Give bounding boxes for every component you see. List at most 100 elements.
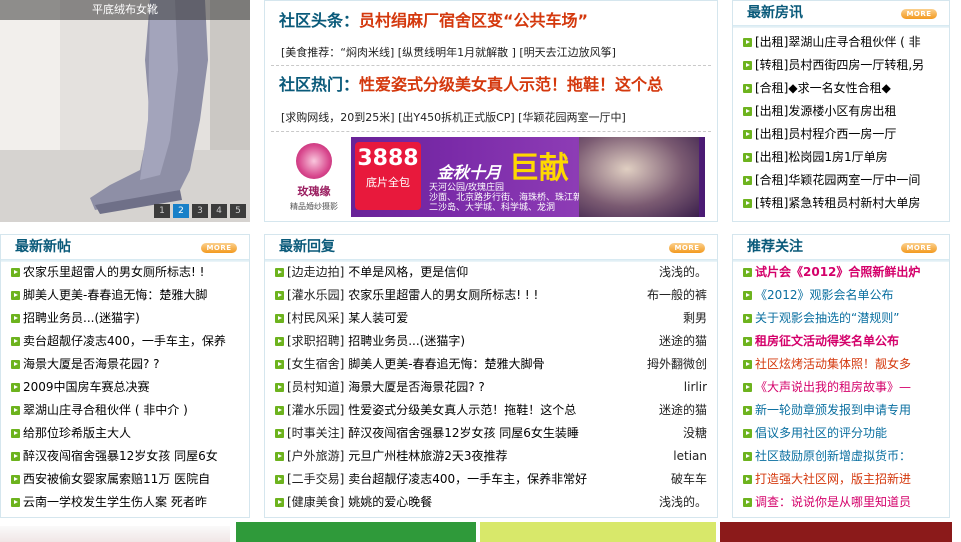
reply-title[interactable]: 性爱姿式分级美女真人示范！拖鞋！这个总 <box>348 403 576 417</box>
reply-category[interactable]: [灌水乐园] <box>287 288 344 302</box>
headline-1-tags[interactable]: [美食推荐：“焖肉米线] [纵贯线明年1月就解散 ] [明天去江边放风筝] <box>281 44 616 60</box>
wedding-photo-ad-banner[interactable]: 玫瑰缘 精品婚纱摄影 3888 底片全包 金秋十月 巨献 天河公园/玫瑰庄园 沙面… <box>277 137 705 217</box>
list-item[interactable]: 《大声说出我的租房故事》— <box>743 376 943 399</box>
list-item[interactable]: 《2012》观影会名单公布 <box>743 284 943 307</box>
list-item-text[interactable]: 社区炫烤活动集体照！靓女多 <box>755 357 911 371</box>
headline-2-tags[interactable]: [求购网线，20到25米] [出Y450拆机正式版CP] [华颖花园两室一厅中] <box>281 109 626 125</box>
list-item-text[interactable]: [合租]◆求一名女性合租◆ <box>755 81 891 95</box>
reply-category[interactable]: [健康美食] <box>287 495 344 509</box>
reply-title[interactable]: 姚姚的爱心晚餐 <box>348 495 432 509</box>
list-item[interactable]: [合租]◆求一名女性合租◆ <box>743 77 943 100</box>
list-item[interactable]: 翠湖山庄寻合租伙伴 ( 非中介 ) <box>11 399 243 422</box>
reply-row[interactable]: [村民风采] 某人装可爱 剩男 <box>275 307 707 330</box>
slide-page-5[interactable]: 5 <box>230 204 246 218</box>
slide-page-4[interactable]: 4 <box>211 204 227 218</box>
list-item[interactable]: 2009中国房车赛总决赛 <box>11 376 243 399</box>
reply-row[interactable]: [户外旅游] 元旦广州桂林旅游2天3夜推荐 letian <box>275 445 707 468</box>
reply-author[interactable]: 迷途的猫 <box>659 330 707 353</box>
reply-title[interactable]: 醉汉夜闯宿舍强暴12岁女孩 同屋6女生装睡 <box>348 426 579 440</box>
list-item[interactable]: 农家乐里超雷人的男女厕所标志! ! <box>11 261 243 284</box>
bottom-ad-3[interactable] <box>480 522 716 542</box>
list-item[interactable]: 社区炫烤活动集体照！靓女多 <box>743 353 943 376</box>
list-item-text[interactable]: 西安被偷女婴家属索赔11万 医院自 <box>23 472 210 486</box>
replies-more-button[interactable]: MORE <box>669 243 705 253</box>
list-item-text[interactable]: 翠湖山庄寻合租伙伴 ( 非中介 ) <box>23 403 188 417</box>
list-item-text[interactable]: 《2012》观影会名单公布 <box>755 288 894 302</box>
list-item-text[interactable]: 关于观影会抽选的“潜规则” <box>755 311 899 325</box>
reply-category[interactable]: [时事关注] <box>287 426 344 440</box>
housing-more-button[interactable]: MORE <box>901 9 937 19</box>
reply-row[interactable]: [边走边拍] 不单是风格，更是信仰 浅浅的。 <box>275 261 707 284</box>
list-item[interactable]: [转租]紧急转租员村新村大单房 <box>743 192 943 215</box>
list-item[interactable]: 调查：说说你是从哪里知道员 <box>743 491 943 514</box>
reply-author[interactable]: 迷途的猫 <box>659 399 707 422</box>
reply-category[interactable]: [员村知道] <box>287 380 344 394</box>
reply-author[interactable]: 破车车 <box>671 468 707 491</box>
reply-author[interactable]: lirlir <box>684 376 707 399</box>
list-item[interactable]: [合租]华颖花园两室一厅中一间 <box>743 169 943 192</box>
list-item-text[interactable]: [出租]发源楼小区有房出租 <box>755 104 896 118</box>
reply-author[interactable]: 布一般的裤 <box>647 284 707 307</box>
reply-title[interactable]: 海景大厦是否海景花园? ? <box>348 380 485 394</box>
reply-category[interactable]: [灌水乐园] <box>287 403 344 417</box>
headline-2[interactable]: 社区热门：性爱姿式分级美女真人示范！拖鞋！这个总 <box>279 71 663 95</box>
list-item[interactable]: 云南一学校发生学生伤人案 死者昨 <box>11 491 243 514</box>
new-posts-more-button[interactable]: MORE <box>201 243 237 253</box>
reply-title[interactable]: 某人装可爱 <box>348 311 408 325</box>
reply-title[interactable]: 农家乐里超雷人的男女厕所标志! ! ! <box>348 288 538 302</box>
reply-row[interactable]: [灌水乐园] 性爱姿式分级美女真人示范！拖鞋！这个总 迷途的猫 <box>275 399 707 422</box>
headline-1-text[interactable]: 员村绢麻厂宿舍区变“公共车场” <box>359 11 588 30</box>
list-item-text[interactable]: [出租]松岗园1房1厅单房 <box>755 150 888 164</box>
list-item[interactable]: 脚美人更美-春春追无悔：楚雅大脚 <box>11 284 243 307</box>
list-item-text[interactable]: 试片会《2012》合照新鲜出炉 <box>755 265 920 279</box>
reply-row[interactable]: [时事关注] 醉汉夜闯宿舍强暴12岁女孩 同屋6女生装睡 没糖 <box>275 422 707 445</box>
reply-title[interactable]: 脚美人更美-春春追无悔：楚雅大脚骨 <box>348 357 544 371</box>
list-item[interactable]: 试片会《2012》合照新鲜出炉 <box>743 261 943 284</box>
slide-page-1[interactable]: 1 <box>154 204 170 218</box>
list-item[interactable]: 招聘业务员...(迷猫字) <box>11 307 243 330</box>
reply-category[interactable]: [女生宿舍] <box>287 357 344 371</box>
reply-row[interactable]: [健康美食] 姚姚的爱心晚餐 浅浅的。 <box>275 491 707 514</box>
reply-category[interactable]: [求职招聘] <box>287 334 344 348</box>
reply-author[interactable]: 拇外翻微创 <box>647 353 707 376</box>
reply-author[interactable]: letian <box>673 445 707 468</box>
list-item[interactable]: 倡议多用社区的评分功能 <box>743 422 943 445</box>
list-item-text[interactable]: 打造强大社区网，版主招新进 <box>755 472 911 486</box>
list-item[interactable]: [出租]翠湖山庄寻合租伙伴 ( 非 <box>743 31 943 54</box>
reply-author[interactable]: 没糖 <box>683 422 707 445</box>
list-item[interactable]: 醉汉夜闯宿舍强暴12岁女孩 同屋6女 <box>11 445 243 468</box>
reply-row[interactable]: [二手交易] 卖台超靓仔凌志400，一手车主，保养非常好 破车车 <box>275 468 707 491</box>
list-item-text[interactable]: 《大声说出我的租房故事》— <box>755 380 911 394</box>
list-item[interactable]: 给那位珍希版主大人 <box>11 422 243 445</box>
list-item-text[interactable]: 给那位珍希版主大人 <box>23 426 131 440</box>
list-item[interactable]: 租房征文活动得奖名单公布 <box>743 330 943 353</box>
reply-row[interactable]: [员村知道] 海景大厦是否海景花园? ? lirlir <box>275 376 707 399</box>
list-item-text[interactable]: 调查：说说你是从哪里知道员 <box>755 495 911 509</box>
slideshow[interactable]: 平底绒布女靴 1 2 3 4 5 <box>0 0 250 222</box>
list-item-text[interactable]: 脚美人更美-春春追无悔：楚雅大脚 <box>23 288 207 302</box>
reply-title[interactable]: 不单是风格，更是信仰 <box>348 265 468 279</box>
list-item[interactable]: [出租]松岗园1房1厅单房 <box>743 146 943 169</box>
list-item[interactable]: 海景大厦是否海景花园? ? <box>11 353 243 376</box>
list-item-text[interactable]: 云南一学校发生学生伤人案 死者昨 <box>23 495 207 509</box>
reply-category[interactable]: [户外旅游] <box>287 449 344 463</box>
list-item-text[interactable]: 农家乐里超雷人的男女厕所标志! ! <box>23 265 204 279</box>
reply-title[interactable]: 卖台超靓仔凌志400，一手车主，保养非常好 <box>348 472 587 486</box>
slide-page-2[interactable]: 2 <box>173 204 189 218</box>
list-item-text[interactable]: 租房征文活动得奖名单公布 <box>755 334 899 348</box>
list-item-text[interactable]: 卖台超靓仔凌志400，一手车主，保养 <box>23 334 226 348</box>
list-item-text[interactable]: 倡议多用社区的评分功能 <box>755 426 887 440</box>
bottom-ad-2[interactable] <box>236 522 476 542</box>
reply-author[interactable]: 浅浅的。 <box>659 491 707 514</box>
list-item-text[interactable]: [转租]员村西街四房一厅转租,另 <box>755 58 924 72</box>
list-item[interactable]: 打造强大社区网，版主招新进 <box>743 468 943 491</box>
slide-page-3[interactable]: 3 <box>192 204 208 218</box>
list-item[interactable]: 关于观影会抽选的“潜规则” <box>743 307 943 330</box>
reply-category[interactable]: [村民风采] <box>287 311 344 325</box>
reply-author[interactable]: 浅浅的。 <box>659 261 707 284</box>
headline-1[interactable]: 社区头条：员村绢麻厂宿舍区变“公共车场” <box>279 7 588 31</box>
list-item[interactable]: 卖台超靓仔凌志400，一手车主，保养 <box>11 330 243 353</box>
list-item[interactable]: 新一轮勋章颁发报到申请专用 <box>743 399 943 422</box>
list-item-text[interactable]: [出租]员村程介西一房一厅 <box>755 127 896 141</box>
reply-author[interactable]: 剩男 <box>683 307 707 330</box>
